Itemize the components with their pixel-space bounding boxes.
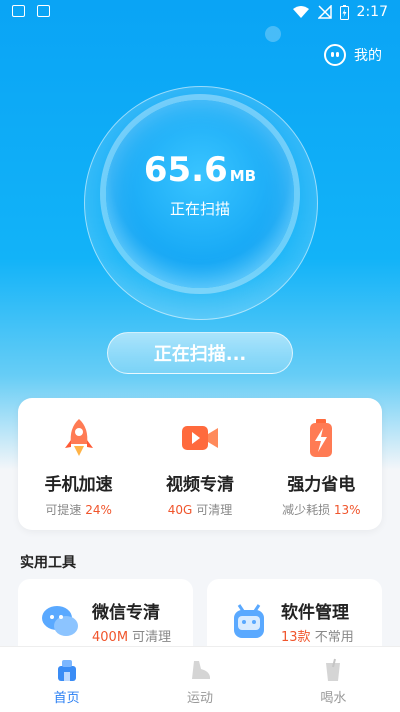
junk-size-value: 65.6 xyxy=(143,150,228,190)
mine-button[interactable]: 我的 xyxy=(324,44,382,66)
feature-card: 手机加速 可提速 24% 视频专清 40G 可清理 强力省电 减少耗损 13% xyxy=(18,398,382,530)
feature-subtitle: 可提速 24% xyxy=(45,501,112,518)
feature-title: 强力省电 xyxy=(287,475,356,495)
android-icon xyxy=(234,604,264,638)
tool-title: 软件管理 xyxy=(281,603,349,623)
rocket-icon xyxy=(64,419,93,456)
feature-highlight: 24% xyxy=(85,503,112,517)
cup-icon xyxy=(326,658,341,681)
no-signal-icon xyxy=(317,5,332,19)
scan-ring-inner xyxy=(106,100,294,288)
tab-label: 首页 xyxy=(53,691,80,706)
wifi-icon xyxy=(292,6,309,18)
junk-size-unit: MB xyxy=(229,167,257,185)
tool-subtitle: 13款 不常用 xyxy=(281,626,354,645)
wechat-icon xyxy=(42,606,78,636)
tool-desc: 不常用 xyxy=(314,630,354,645)
feature-highlight: 13% xyxy=(333,503,361,517)
tool-desc: 可清理 xyxy=(132,630,172,645)
tool-highlight: 13款 xyxy=(281,630,311,645)
status-time: 2:17 xyxy=(356,4,388,20)
feature-highlight: 40G xyxy=(167,503,193,517)
bottom-tab-bar: 首页 运动 喝水 xyxy=(0,646,400,712)
feature-power-saving[interactable]: 强力省电 减少耗损 13% xyxy=(261,398,382,530)
feature-subtitle: 40G 可清理 xyxy=(168,501,232,518)
tab-sport[interactable]: 运动 xyxy=(133,647,266,712)
feature-title: 手机加速 xyxy=(44,475,113,495)
video-icon xyxy=(181,426,218,450)
home-icon xyxy=(57,660,76,681)
scan-button[interactable]: 正在扫描... xyxy=(107,332,293,374)
mine-label: 我的 xyxy=(354,48,382,64)
tool-highlight: 400M xyxy=(92,630,129,645)
junk-size: 65.6 MB xyxy=(0,150,400,190)
scan-status-label: 正在扫描 xyxy=(169,200,230,218)
tab-home[interactable]: 首页 xyxy=(0,647,133,712)
battery-charging-icon xyxy=(339,4,349,20)
feature-video-clean[interactable]: 视频专清 40G 可清理 xyxy=(139,398,260,530)
feature-desc: 可清理 xyxy=(196,503,233,517)
feature-desc: 可提速 xyxy=(45,503,82,517)
decorative-bubble xyxy=(265,26,281,42)
tab-drink-water[interactable]: 喝水 xyxy=(267,647,400,712)
feature-phone-speedup[interactable]: 手机加速 可提速 24% xyxy=(18,398,139,530)
a-notification-icon xyxy=(37,5,50,17)
feature-desc: 减少耗损 xyxy=(282,503,331,517)
feature-subtitle: 减少耗损 13% xyxy=(282,501,361,518)
tool-title: 微信专清 xyxy=(92,603,160,623)
status-bar: 2:17 xyxy=(0,0,400,26)
tool-subtitle: 400M 可清理 xyxy=(92,626,171,645)
profile-face-icon xyxy=(324,44,346,66)
tools-section-title: 实用工具 xyxy=(20,555,76,571)
image-notification-icon xyxy=(12,5,25,17)
tab-label: 运动 xyxy=(186,691,213,706)
battery-icon xyxy=(310,419,333,457)
tab-label: 喝水 xyxy=(320,691,347,706)
feature-title: 视频专清 xyxy=(165,475,234,495)
shoe-icon xyxy=(191,661,210,679)
